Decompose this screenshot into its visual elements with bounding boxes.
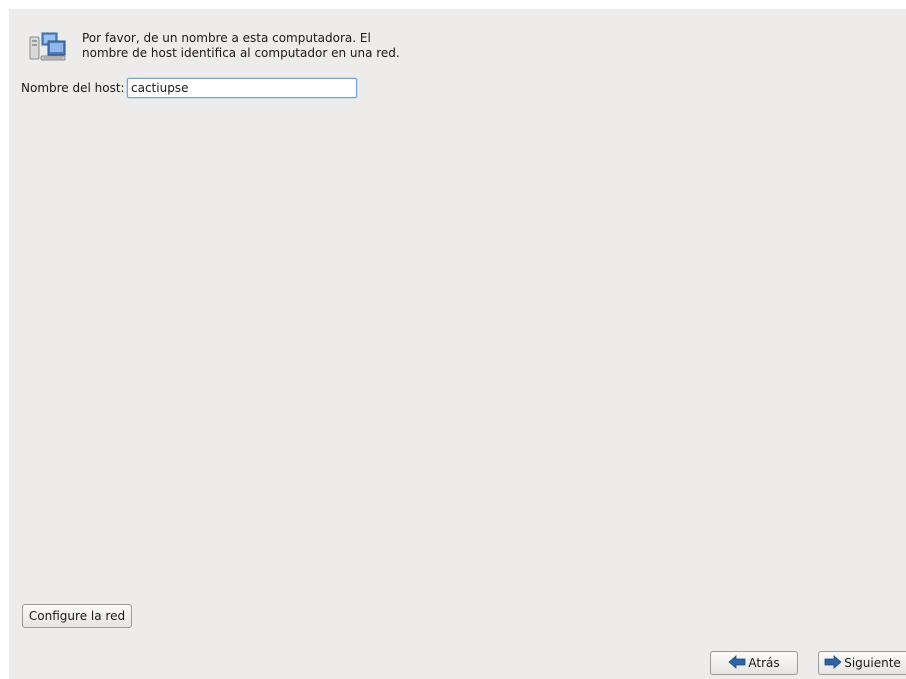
- header: Por favor, de un nombre a esta computado…: [9, 9, 906, 69]
- hostname-input[interactable]: [127, 78, 357, 98]
- hostname-label: Nombre del host:: [21, 81, 125, 95]
- arrow-left-icon: [728, 654, 746, 672]
- installer-page: Por favor, de un nombre a esta computado…: [9, 9, 906, 679]
- next-label: Siguiente: [844, 656, 901, 670]
- back-label: Atrás: [748, 656, 780, 670]
- next-button[interactable]: Siguiente: [818, 651, 906, 675]
- configure-network-label: Configure la red: [28, 609, 126, 623]
- header-line-2: nombre de host identifica al computador …: [82, 46, 400, 60]
- configure-network-button[interactable]: Configure la red: [22, 604, 132, 628]
- header-line-1: Por favor, de un nombre a esta computado…: [82, 31, 371, 45]
- back-button[interactable]: Atrás: [710, 651, 798, 675]
- arrow-right-icon: [824, 654, 842, 672]
- header-description: Por favor, de un nombre a esta computado…: [82, 31, 400, 61]
- computer-network-icon: [29, 31, 67, 63]
